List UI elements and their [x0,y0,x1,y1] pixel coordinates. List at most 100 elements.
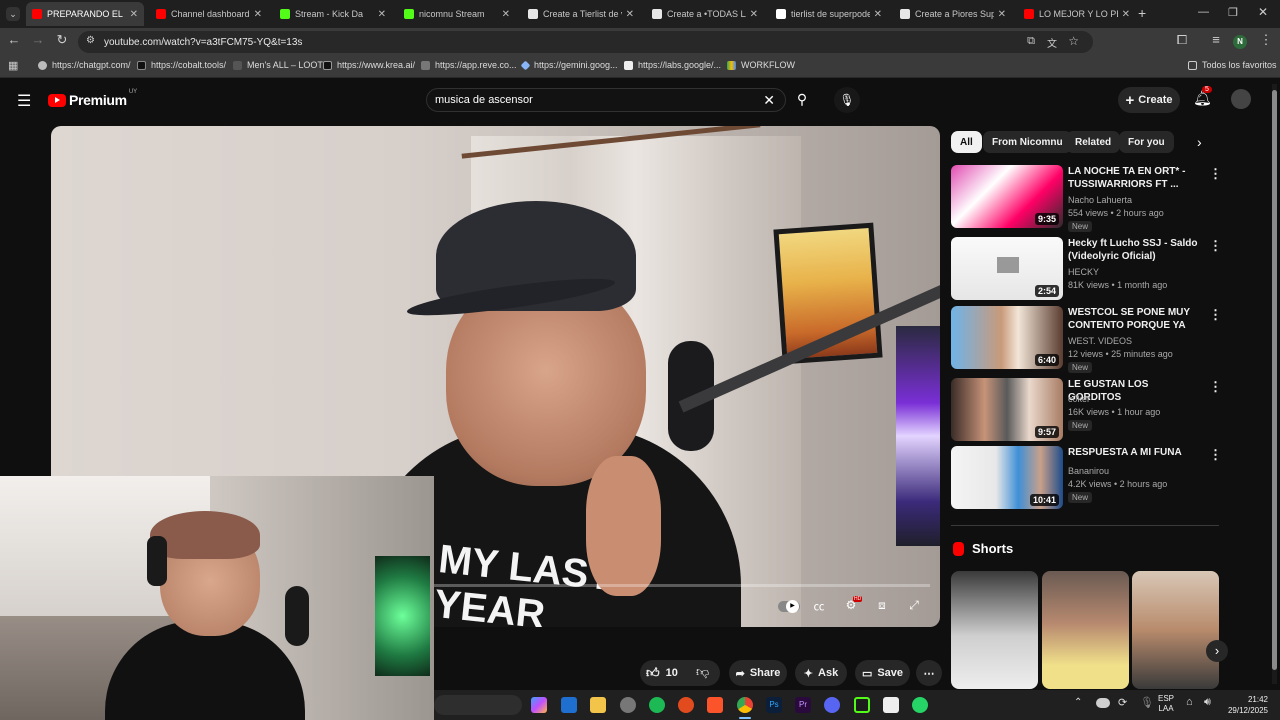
kick-icon[interactable] [854,697,870,713]
media-controls-icon[interactable]: ≡ [1206,32,1226,47]
tab-close-icon[interactable]: ✕ [130,9,138,20]
tab-close-icon[interactable]: ✕ [254,9,262,20]
more-actions-button[interactable]: ⋯ [916,660,942,686]
browser-tab[interactable]: Create a Piores Supe ✕ [894,2,1012,26]
recommendation-3[interactable]: 6:40 WESTCOL SE PONE MUY CONTENTO PORQUE… [951,306,1251,373]
save-button[interactable]: ▭ Save [855,660,910,686]
more-options-icon[interactable]: ⋮ [1209,307,1222,323]
site-info-icon[interactable]: ⚙ [86,35,95,46]
video-thumbnail[interactable]: 9:57 [951,378,1063,441]
bookmark-labs-google[interactable]: https://labs.google/... [624,60,721,70]
tab-close-icon[interactable]: ✕ [1122,9,1130,20]
menu-icon[interactable]: ☰ [17,91,31,111]
browser-menu-icon[interactable]: ⋮ [1256,32,1276,48]
outlook-icon[interactable] [561,697,577,713]
browser-tab[interactable]: Create a •TODAS LA ✕ [646,2,764,26]
show-hidden-icons[interactable]: ⌃ [1074,697,1082,708]
more-options-icon[interactable]: ⋮ [1209,238,1222,254]
mic-tray-icon[interactable]: 🎙︎ [1140,696,1154,709]
notifications-button[interactable]: 🔔︎ 5 [1193,86,1212,107]
channel-name[interactable]: HECKY [1068,267,1099,277]
channel-name[interactable]: Nacho Lahuerta [1068,195,1132,205]
sync-icon[interactable]: ⟳ [1118,696,1127,709]
whatsapp-icon[interactable] [912,697,928,713]
premiere-icon[interactable]: Pr [795,697,811,713]
recommendation-5[interactable]: 10:41 RESPUESTA A MI FUNA Bananirou 4.2K… [951,446,1251,510]
minimize-button[interactable]: — [1198,6,1209,18]
browser-tab[interactable]: Channel dashboard ✕ [150,2,268,26]
bookmark-gemini[interactable]: https://gemini.goog... [520,60,618,70]
tab-close-icon[interactable]: ✕ [502,9,510,20]
install-app-icon[interactable]: ⧉ [1027,35,1035,48]
channel-name[interactable]: WEST. VIDEOS [1068,336,1132,346]
chip-for-you[interactable]: For you [1119,131,1174,153]
onedrive-icon[interactable] [1096,698,1110,708]
channel-name[interactable]: c0ker [1068,394,1090,404]
tab-close-icon[interactable]: ✕ [378,9,386,20]
browser-tab[interactable]: PREPARANDO EL ✕ [26,2,144,26]
profile-avatar[interactable]: N [1233,35,1247,49]
network-icon[interactable]: ⌂ [1186,696,1193,708]
recommendation-2[interactable]: 2:54 Hecky ft Lucho SSJ - Saldo (Videoly… [951,237,1251,301]
chip-all[interactable]: All [951,131,982,153]
video-title[interactable]: LA NOCHE TA EN ORT* - TUSSIWARRIORS FT .… [1068,165,1203,191]
youtube-logo[interactable]: Premium UY [48,89,137,108]
browser-tab[interactable]: LO MEJOR Y LO PEO ✕ [1018,2,1136,26]
share-button[interactable]: ➦ Share [729,660,787,686]
chip-from-nicomnu[interactable]: From Nicomnu [983,131,1072,153]
restore-button[interactable]: ❐ [1228,6,1238,19]
dislike-button[interactable]: 👎︎ [696,664,709,682]
tab-close-icon[interactable]: ✕ [874,9,882,20]
bookmark-cobalt[interactable]: https://cobalt.tools/ [137,60,226,70]
search-input[interactable]: musica de ascensor ✕ [426,88,786,112]
create-button[interactable]: + Create [1118,87,1180,113]
photoshop-icon[interactable]: Ps [766,697,782,713]
channel-name[interactable]: Bananirou [1068,466,1109,476]
like-button[interactable]: 👍︎ 10 [646,664,678,682]
short-3[interactable] [1132,571,1219,689]
video-thumbnail[interactable]: 2:54 [951,237,1063,300]
video-thumbnail[interactable]: 6:40 [951,306,1063,369]
chrome-dev-icon[interactable] [620,697,636,713]
bookmark-reve[interactable]: https://app.reve.co... [421,60,517,70]
chip-related[interactable]: Related [1066,131,1121,153]
fullscreen-icon[interactable]: ⤢ [904,598,924,616]
recommendation-4[interactable]: 9:57 LE GUSTAN LOS GORDITOS c0ker 16K vi… [951,378,1251,442]
bookmark-star-icon[interactable]: ☆ [1068,34,1079,48]
miniplayer-icon[interactable]: ⧈ [872,598,892,616]
brave-icon[interactable] [707,697,723,713]
more-options-icon[interactable]: ⋮ [1209,379,1222,395]
file-explorer-icon[interactable] [590,697,606,713]
address-bar[interactable]: ⚙ youtube.com/watch?v=a3tFCM75-YQ&t=13s … [78,31,1093,53]
bookmark-workflow[interactable]: WORKFLOW [727,60,795,70]
search-button[interactable]: ⚲ [786,88,818,112]
short-2[interactable] [1042,571,1129,689]
more-options-icon[interactable]: ⋮ [1209,447,1222,463]
browser-tab[interactable]: Create a Tierlist de vi ✕ [522,2,640,26]
spotify-icon[interactable] [649,697,665,713]
video-title[interactable]: Hecky ft Lucho SSJ - Saldo (Videolyric O… [1068,237,1203,263]
autoplay-toggle[interactable]: ▶ [777,598,801,616]
shorts-next-button[interactable]: › [1206,640,1228,662]
back-icon[interactable]: ← [4,32,24,47]
apps-grid-icon[interactable]: ▦ [8,59,18,72]
browser-tab[interactable]: Stream - Kick Da ✕ [274,2,392,26]
bookmark-chatgpt[interactable]: https://chatgpt.com/ [38,60,131,70]
scrollbar-thumb[interactable] [1272,90,1277,670]
bookmark-loot[interactable]: Men's ALL – LOOT [233,60,323,70]
brave-alt-icon[interactable] [678,697,694,713]
extensions-icon[interactable]: ⧠ [1172,32,1192,48]
short-1[interactable] [951,571,1038,689]
clock[interactable]: 21:42 29/12/2025 [1224,694,1268,716]
capcut-icon[interactable] [883,697,899,713]
tab-close-icon[interactable]: ✕ [998,9,1006,20]
chips-next-icon[interactable]: › [1197,134,1202,150]
browser-tab[interactable]: tierlist de superpode ✕ [770,2,888,26]
tab-close-icon[interactable]: ✕ [626,9,634,20]
video-thumbnail[interactable]: 9:35 [951,165,1063,228]
close-window-button[interactable]: ✕ [1258,5,1268,19]
language-indicator[interactable]: ESP LAA [1158,694,1174,714]
new-tab-button[interactable]: + [1138,5,1146,21]
chrome-icon[interactable] [737,697,753,713]
bookmark-krea[interactable]: https://www.krea.ai/ [323,60,415,70]
